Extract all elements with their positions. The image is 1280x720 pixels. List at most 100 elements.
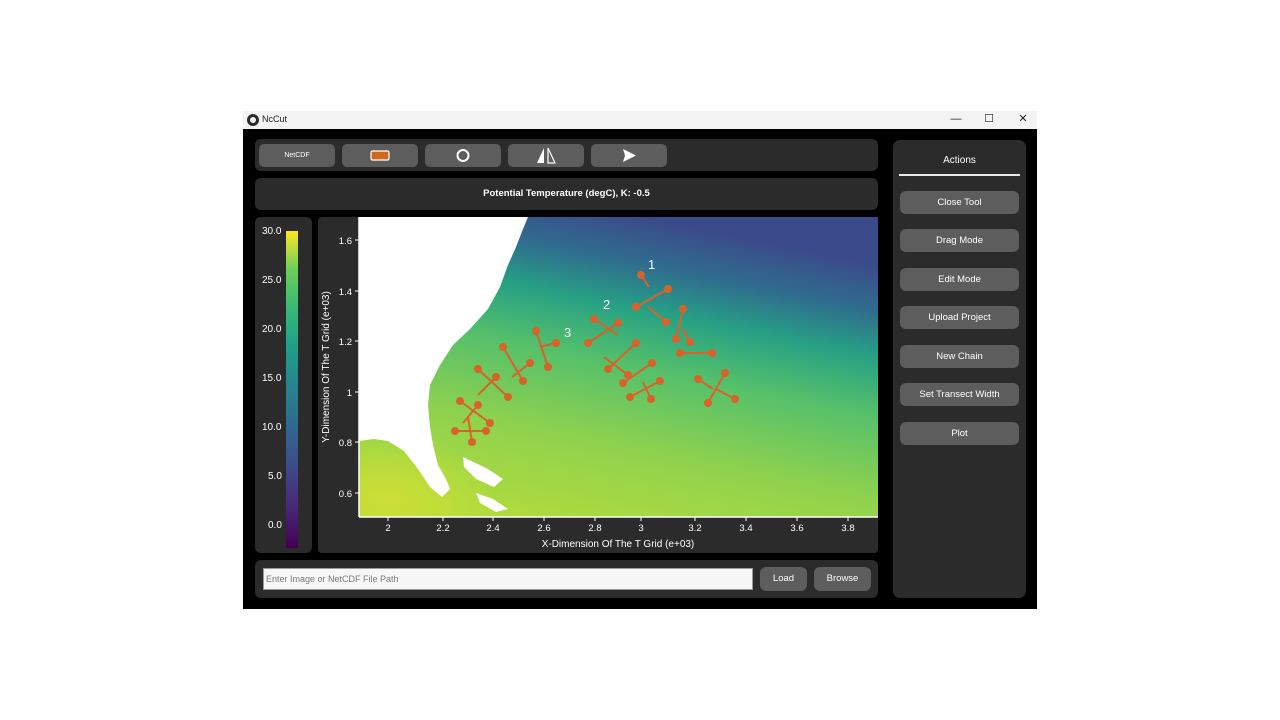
colorbar-gradient	[286, 231, 298, 548]
transect-node[interactable]	[664, 285, 672, 293]
transect-node[interactable]	[519, 377, 527, 385]
colorbar-panel: 30.0 25.0 20.0 15.0 10.0 5.0 0.0	[255, 217, 312, 553]
transect-node[interactable]	[526, 359, 534, 367]
x-tick-label: 3.4	[739, 523, 752, 534]
maximize-button[interactable]: ☐	[972, 111, 1006, 129]
netcdf-button[interactable]: NetCDF	[259, 144, 335, 167]
x-tick-label: 3.8	[841, 523, 854, 534]
x-tick-label: 3.6	[790, 523, 803, 534]
circle-tool-button[interactable]	[425, 144, 501, 167]
transect-node[interactable]	[456, 397, 464, 405]
transect-node[interactable]	[482, 427, 490, 435]
title-bar: NcCut — ☐ ✕	[243, 111, 1037, 129]
transect-node[interactable]	[656, 377, 664, 385]
plot-title: Potential Temperature (degC), K: -0.5	[255, 178, 878, 210]
x-tick-label: 2.4	[486, 523, 499, 534]
transect-node[interactable]	[648, 359, 656, 367]
file-path-bar: Load Browse	[255, 560, 878, 598]
x-tick-label: 2.8	[588, 523, 601, 534]
transect-node[interactable]	[590, 315, 598, 323]
transect-node[interactable]	[492, 373, 500, 381]
y-tick-label: 1.4	[339, 287, 352, 298]
temperature-map[interactable]: 1 2 3 1.6 1.4 1.2 1 0.8 0.6 2 2.2 2.4 2.…	[318, 217, 878, 553]
transect-label: 3	[564, 325, 571, 340]
circle-icon	[456, 149, 470, 162]
colorbar-tick: 20.0	[262, 324, 282, 335]
transect-node[interactable]	[679, 305, 687, 313]
y-tick-label: 1.2	[339, 337, 352, 348]
transect-node[interactable]	[451, 427, 459, 435]
colorbar-tick: 30.0	[262, 226, 282, 237]
transect-node[interactable]	[486, 419, 494, 427]
edit-mode-button[interactable]: Edit Mode	[900, 268, 1019, 291]
rectangle-icon	[370, 150, 390, 161]
transect-node[interactable]	[584, 339, 592, 347]
app-window: NcCut — ☐ ✕ NetCDF Potential Temperature…	[243, 111, 1037, 609]
x-axis-label: X-Dimension Of The T Grid (e+03)	[542, 539, 695, 550]
colorbar: 30.0 25.0 20.0 15.0 10.0 5.0 0.0	[262, 226, 298, 548]
transect-node[interactable]	[544, 363, 552, 371]
window-title: NcCut	[262, 114, 288, 124]
set-transect-width-button[interactable]: Set Transect Width	[900, 383, 1019, 406]
transect-node[interactable]	[474, 401, 482, 409]
transect-node[interactable]	[721, 369, 729, 377]
transect-node[interactable]	[619, 379, 627, 387]
transect-node[interactable]	[686, 338, 694, 346]
transect-node[interactable]	[632, 339, 640, 347]
close-window-button[interactable]: ✕	[1006, 111, 1040, 129]
colorbar-tick: 10.0	[262, 422, 282, 433]
flip-icon	[537, 147, 556, 164]
transect-node[interactable]	[504, 393, 512, 401]
upload-project-button[interactable]: Upload Project	[900, 306, 1019, 329]
browse-button[interactable]: Browse	[814, 567, 871, 591]
transect-node[interactable]	[647, 395, 655, 403]
app-logo-icon	[247, 114, 259, 126]
load-button[interactable]: Load	[760, 567, 807, 591]
send-tool-button[interactable]	[591, 144, 667, 167]
transect-node[interactable]	[694, 375, 702, 383]
y-axis-label: Y-Dimension Of The T Grid (e+03)	[321, 291, 332, 443]
x-tick-label: 3	[638, 523, 643, 534]
send-icon	[623, 149, 636, 162]
rectangle-tool-button[interactable]	[342, 144, 418, 167]
transect-node[interactable]	[474, 365, 482, 373]
transect-node[interactable]	[676, 349, 684, 357]
x-tick-label: 2.6	[537, 523, 550, 534]
transect-node[interactable]	[468, 438, 476, 446]
transect-node[interactable]	[662, 318, 670, 326]
drag-mode-button[interactable]: Drag Mode	[900, 229, 1019, 252]
transect-node[interactable]	[704, 399, 712, 407]
x-tick-label: 3.2	[688, 523, 701, 534]
minimize-button[interactable]: —	[939, 111, 973, 129]
plot-button[interactable]: Plot	[900, 422, 1019, 445]
colorbar-tick: 25.0	[262, 275, 282, 286]
close-tool-button[interactable]: Close Tool	[900, 191, 1019, 214]
transect-node[interactable]	[632, 303, 640, 311]
x-tick-label: 2	[385, 523, 390, 534]
flip-tool-button[interactable]	[508, 144, 584, 167]
transect-node[interactable]	[637, 271, 645, 279]
transect-node[interactable]	[731, 395, 739, 403]
toolbar: NetCDF	[255, 139, 878, 171]
file-path-input[interactable]	[263, 568, 753, 590]
x-tick-label: 2.2	[436, 523, 449, 534]
y-tick-label: 0.6	[339, 489, 352, 500]
transect-node[interactable]	[499, 343, 507, 351]
transect-label: 2	[603, 297, 610, 312]
transect-node[interactable]	[672, 335, 680, 343]
actions-tab[interactable]: Actions	[899, 152, 1020, 176]
transect-label: 1	[648, 257, 655, 272]
actions-sidebar: Actions Close Tool Drag Mode Edit Mode U…	[893, 140, 1026, 598]
transect-node[interactable]	[614, 319, 622, 327]
colorbar-tick: 15.0	[262, 373, 282, 384]
transect-node[interactable]	[552, 339, 560, 347]
plot-panel: 1 2 3 1.6 1.4 1.2 1 0.8 0.6 2 2.2 2.4 2.…	[318, 217, 878, 553]
transect-node[interactable]	[708, 349, 716, 357]
transect-node[interactable]	[532, 327, 540, 335]
y-tick-label: 1.6	[339, 236, 352, 247]
transect-node[interactable]	[604, 365, 612, 373]
new-chain-button[interactable]: New Chain	[900, 345, 1019, 368]
colorbar-tick: 0.0	[268, 520, 282, 531]
transect-node[interactable]	[626, 393, 634, 401]
y-tick-label: 0.8	[339, 438, 352, 449]
